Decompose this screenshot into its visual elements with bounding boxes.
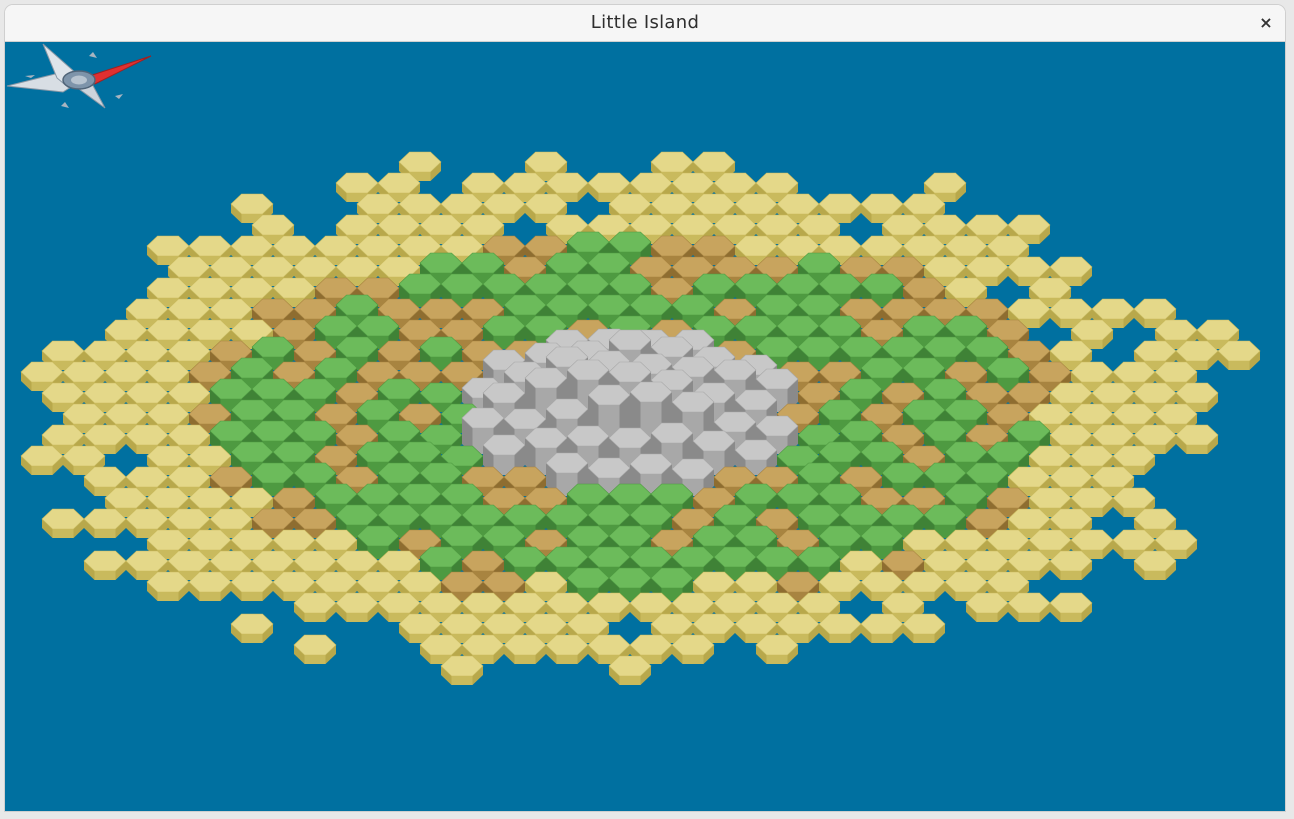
sand-tile[interactable] — [860, 613, 904, 643]
close-button[interactable]: × — [1253, 10, 1279, 36]
compass-mark-3 — [61, 102, 69, 108]
sand-tile[interactable] — [545, 634, 589, 664]
sand-tile[interactable] — [41, 508, 85, 538]
compass-mark-2 — [115, 94, 123, 99]
compass-mark-4 — [89, 52, 97, 58]
sand-tile[interactable] — [293, 634, 337, 664]
compass-needle — [88, 55, 152, 85]
app-window: Little Island × — [5, 5, 1285, 811]
sand-tile[interactable] — [293, 592, 337, 622]
sand-tile[interactable] — [1049, 592, 1093, 622]
sand-tile[interactable] — [440, 655, 484, 685]
sand-tile[interactable] — [1007, 592, 1051, 622]
sand-tile[interactable] — [965, 592, 1009, 622]
sand-tile[interactable] — [146, 571, 190, 601]
compass-center — [71, 75, 87, 85]
sand-tile[interactable] — [1133, 550, 1177, 580]
sand-tile[interactable] — [230, 613, 274, 643]
sand-tile[interactable] — [1217, 340, 1261, 370]
game-viewport[interactable] — [5, 42, 1285, 811]
sand-tile[interactable] — [230, 571, 274, 601]
island-map[interactable] — [5, 42, 1285, 811]
sand-tile[interactable] — [755, 634, 799, 664]
sand-tile[interactable] — [671, 634, 715, 664]
sand-tile[interactable] — [902, 613, 946, 643]
sand-tile[interactable] — [608, 655, 652, 685]
sand-tile[interactable] — [818, 613, 862, 643]
sand-tile[interactable] — [83, 508, 127, 538]
sand-tile[interactable] — [503, 634, 547, 664]
sand-tile[interactable] — [83, 550, 127, 580]
sand-tile[interactable] — [1049, 550, 1093, 580]
compass-icon — [6, 43, 152, 109]
compass-mark-1 — [25, 75, 35, 78]
window-title: Little Island — [590, 12, 700, 33]
sand-tile[interactable] — [188, 571, 232, 601]
sand-tile[interactable] — [335, 592, 379, 622]
sand-tile[interactable] — [1175, 424, 1219, 454]
title-bar[interactable]: Little Island × — [5, 5, 1285, 42]
sand-tile[interactable] — [20, 445, 64, 475]
